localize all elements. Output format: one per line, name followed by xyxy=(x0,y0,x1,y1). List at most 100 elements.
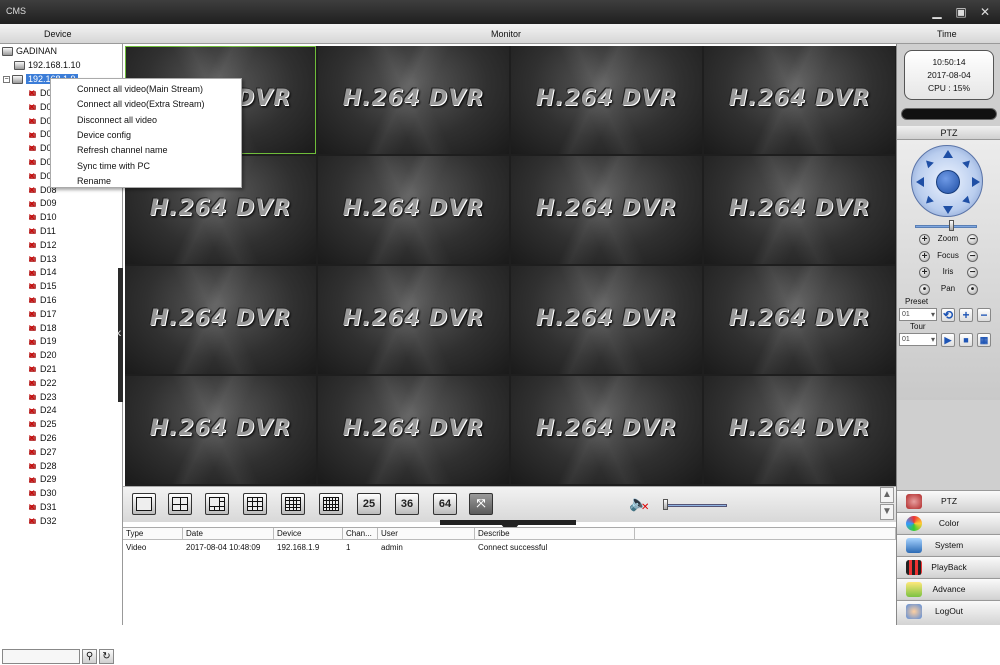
channel-d10[interactable]: D10 xyxy=(28,211,57,224)
tree-root[interactable]: GADINAN xyxy=(2,45,57,58)
channel-d19[interactable]: D19 xyxy=(28,335,57,348)
menu-system-button[interactable]: System xyxy=(897,534,1000,555)
layout-20-button[interactable] xyxy=(319,493,343,515)
channel-d30[interactable]: D30 xyxy=(28,487,57,500)
video-cell[interactable]: H.264 DVR xyxy=(511,376,702,484)
channel-d23[interactable]: D23 xyxy=(28,391,57,404)
layout-6-button[interactable] xyxy=(205,493,229,515)
channel-d31[interactable]: D31 xyxy=(28,501,57,514)
collapse-icon[interactable]: − xyxy=(3,76,10,84)
channel-d12[interactable]: D12 xyxy=(28,239,57,252)
video-cell[interactable]: H.264 DVR xyxy=(511,156,702,264)
layout-36-button[interactable]: 36 xyxy=(395,493,419,515)
channel-d29[interactable]: D29 xyxy=(28,473,57,486)
preset-remove-icon[interactable]: − xyxy=(977,308,991,322)
preset-select[interactable]: 01 xyxy=(899,308,937,321)
video-cell[interactable]: H.264 DVR xyxy=(704,266,895,374)
channel-d25[interactable]: D25 xyxy=(28,418,57,431)
down-left-arrow-icon[interactable] xyxy=(923,195,934,207)
minimize-button[interactable]: ▁ xyxy=(928,3,946,21)
layout-1-button[interactable] xyxy=(132,493,156,515)
context-menu-item[interactable]: Device config xyxy=(77,128,131,142)
tree-device-1[interactable]: 192.168.1.10 xyxy=(14,59,81,72)
channel-d26[interactable]: D26 xyxy=(28,432,57,445)
context-menu-item[interactable]: Rename xyxy=(77,174,111,188)
ptz-speed-handle[interactable] xyxy=(949,220,954,231)
log-column-header[interactable]: Date xyxy=(183,528,274,540)
up-arrow-icon[interactable] xyxy=(943,150,953,158)
channel-d21[interactable]: D21 xyxy=(28,363,57,376)
channel-d28[interactable]: D28 xyxy=(28,460,57,473)
volume-slider-handle[interactable] xyxy=(663,499,668,510)
fullscreen-icon[interactable]: ⤧ xyxy=(469,493,493,515)
up-left-arrow-icon[interactable] xyxy=(923,157,934,169)
video-cell[interactable]: H.264 DVR xyxy=(318,376,509,484)
channel-d13[interactable]: D13 xyxy=(28,253,57,266)
log-toggle-handle[interactable] xyxy=(440,520,576,529)
down-arrow-icon[interactable] xyxy=(943,206,953,214)
log-column-header[interactable]: Type xyxy=(123,528,183,540)
volume-slider[interactable] xyxy=(663,504,727,507)
channel-d11[interactable]: D11 xyxy=(28,225,56,238)
video-cell[interactable]: H.264 DVR xyxy=(125,376,316,484)
preset-goto-icon[interactable]: ⟲ xyxy=(941,308,955,322)
channel-d17[interactable]: D17 xyxy=(28,308,57,321)
layout-4-button[interactable] xyxy=(168,493,192,515)
menu-color-button[interactable]: Color xyxy=(897,512,1000,533)
channel-d16[interactable]: D16 xyxy=(28,294,57,307)
preset-add-icon[interactable]: + xyxy=(959,308,973,322)
layout-9-button[interactable] xyxy=(243,493,267,515)
restore-button[interactable]: ▣ xyxy=(952,3,970,21)
menu-advance-button[interactable]: Advance xyxy=(897,578,1000,599)
video-cell[interactable]: H.264 DVR xyxy=(318,46,509,154)
layout-16-button[interactable] xyxy=(281,493,305,515)
ptz-center-button[interactable] xyxy=(936,170,960,194)
context-menu-item[interactable]: Disconnect all video xyxy=(77,113,157,127)
panel-splitter[interactable]: ‹ xyxy=(117,268,123,402)
log-column-header[interactable]: User xyxy=(378,528,475,540)
iris-open-button[interactable]: + xyxy=(919,267,930,278)
refresh-icon[interactable]: ↻ xyxy=(99,649,114,664)
channel-d14[interactable]: D14 xyxy=(28,266,57,279)
log-column-header[interactable]: Device xyxy=(274,528,343,540)
log-column-header[interactable]: Chan... xyxy=(343,528,378,540)
layout-64-button[interactable]: 64 xyxy=(433,493,457,515)
channel-d32[interactable]: D32 xyxy=(28,515,57,528)
pan-start-button[interactable]: • xyxy=(919,284,930,295)
channel-d24[interactable]: D24 xyxy=(28,404,57,417)
zoom-out-button[interactable]: − xyxy=(967,234,978,245)
tour-select[interactable]: 01 xyxy=(899,333,937,346)
channel-d27[interactable]: D27 xyxy=(28,446,57,459)
device-search-input[interactable] xyxy=(2,649,80,664)
video-cell[interactable]: H.264 DVR xyxy=(318,156,509,264)
speaker-muted-icon[interactable]: 🔈 ✕ xyxy=(629,494,653,514)
channel-d22[interactable]: D22 xyxy=(28,377,57,390)
layout-25-button[interactable]: 25 xyxy=(357,493,381,515)
video-cell[interactable]: H.264 DVR xyxy=(704,46,895,154)
channel-d09[interactable]: D09 xyxy=(28,197,57,210)
context-menu-item[interactable]: Connect all video(Main Stream) xyxy=(77,82,203,96)
up-right-arrow-icon[interactable] xyxy=(962,157,973,169)
left-arrow-icon[interactable] xyxy=(916,177,924,187)
channel-d18[interactable]: D18 xyxy=(28,322,57,335)
video-cell[interactable]: H.264 DVR xyxy=(318,266,509,374)
close-button[interactable]: ✕ xyxy=(976,3,994,21)
focus-out-button[interactable]: − xyxy=(967,251,978,262)
menu-playback-button[interactable]: PlayBack xyxy=(897,556,1000,577)
focus-in-button[interactable]: + xyxy=(919,251,930,262)
context-menu-item[interactable]: Sync time with PC xyxy=(77,159,150,173)
channel-d15[interactable]: D15 xyxy=(28,280,57,293)
ptz-direction-pad[interactable] xyxy=(911,145,983,217)
right-arrow-icon[interactable] xyxy=(972,177,980,187)
down-right-arrow-icon[interactable] xyxy=(962,195,973,207)
tour-grid-icon[interactable]: ▦ xyxy=(977,333,991,347)
video-cell[interactable]: H.264 DVR xyxy=(125,266,316,374)
scroll-up-icon[interactable]: ▲ xyxy=(880,487,894,503)
video-cell[interactable]: H.264 DVR xyxy=(511,46,702,154)
video-cell[interactable]: H.264 DVR xyxy=(704,376,895,484)
log-column-header[interactable]: Describe xyxy=(475,528,635,540)
tour-play-icon[interactable]: ▶ xyxy=(941,333,955,347)
scroll-down-icon[interactable]: ▼ xyxy=(880,504,894,520)
context-menu-item[interactable]: Connect all video(Extra Stream) xyxy=(77,97,205,111)
search-icon[interactable]: ⚲ xyxy=(82,649,97,664)
